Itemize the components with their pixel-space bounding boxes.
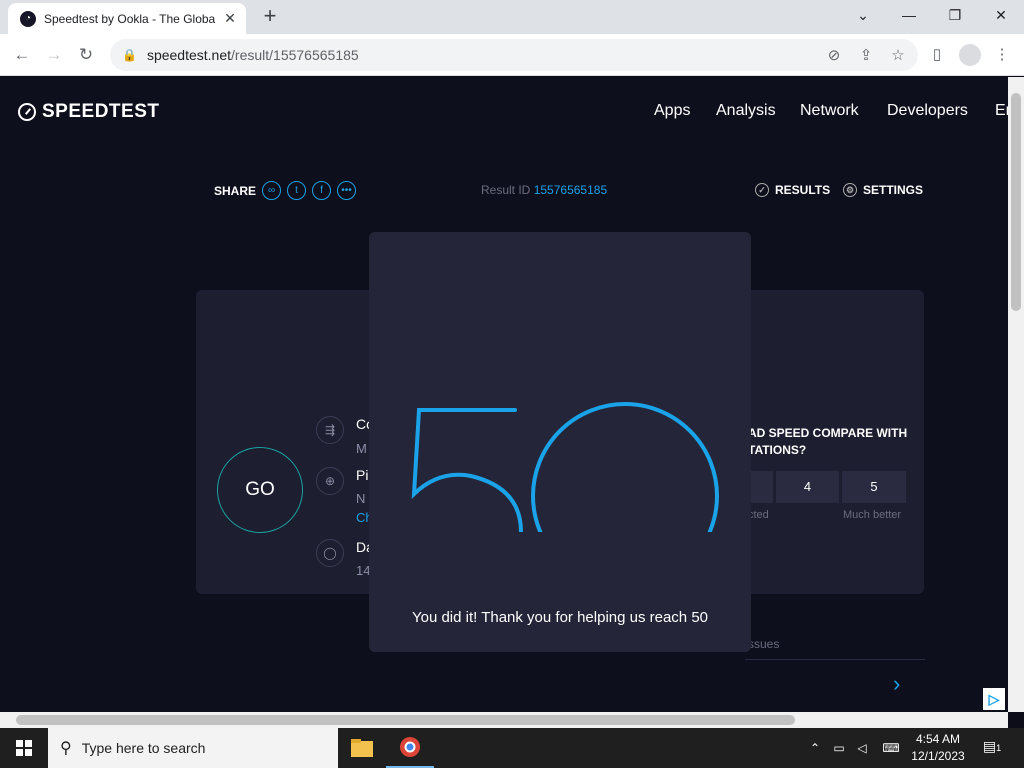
share-bar: SHARE ∞ t f ••• <box>214 181 362 200</box>
modal-message: You did it! Thank you for helping us rea… <box>411 609 709 626</box>
nav-developers[interactable]: Developers <box>887 102 968 120</box>
check-circle-icon: ✓ <box>755 183 769 197</box>
windows-logo-icon <box>16 740 32 756</box>
url-path: /result/15576565185 <box>231 47 359 63</box>
bookmark-star-icon[interactable]: ☆ <box>888 46 908 66</box>
search-placeholder: Type here to search <box>81 740 206 756</box>
clock-date: 12/1/2023 <box>911 749 965 763</box>
numeral-five <box>411 408 524 532</box>
back-button[interactable]: ← <box>10 43 34 67</box>
compare-line-2: TATIONS? <box>748 443 807 457</box>
user-icon: ◯ <box>316 539 344 567</box>
divider <box>745 659 925 660</box>
reload-button[interactable]: ↻ <box>74 43 98 67</box>
nav-apps[interactable]: Apps <box>654 102 690 120</box>
server-title: Pi <box>356 467 369 483</box>
taskbar-clock[interactable]: 4:54 AM 12/1/2023 <box>902 731 974 765</box>
more-icon[interactable]: ••• <box>337 181 357 200</box>
address-bar[interactable]: 🔒 speedtest.net/result/15576565185 ⊘ ⇪ ☆ <box>110 39 918 71</box>
issues-text: ssues <box>748 637 780 651</box>
share-icon[interactable]: ⇪ <box>856 46 876 66</box>
speedtest-favicon-icon: ◔ <box>20 10 36 27</box>
connections-sub: M <box>356 441 367 456</box>
speedometer-icon <box>18 103 36 121</box>
start-button[interactable] <box>0 728 48 768</box>
vertical-scroll-thumb[interactable] <box>1011 93 1021 311</box>
tab-close-icon[interactable]: ✕ <box>222 10 238 27</box>
new-tab-button[interactable]: + <box>258 5 282 29</box>
result-id: Result ID 15576565185 <box>481 183 607 197</box>
nav-enterprise[interactable]: Er <box>995 102 1008 120</box>
taskbar-search[interactable]: ⚲ Type here to search <box>48 728 338 768</box>
compare-question: AD SPEED COMPARE WITH TATIONS? <box>748 425 907 459</box>
fifty-graphic: 50 <box>411 402 719 532</box>
restore-button[interactable]: ❐ <box>932 0 978 30</box>
file-explorer-icon[interactable] <box>338 728 386 768</box>
keyboard-icon[interactable]: ⌨ <box>880 740 902 756</box>
forward-button[interactable]: → <box>42 43 66 67</box>
share-label: SHARE <box>214 183 257 198</box>
rating-label-expected: cted <box>748 509 769 521</box>
adchoices-icon[interactable]: ▷ <box>983 688 1005 710</box>
chevron-right-icon[interactable]: › <box>893 671 900 697</box>
rating-label-much-better: Much better <box>843 509 902 521</box>
close-window-button[interactable]: ✕ <box>978 0 1024 30</box>
rating-5-button[interactable]: 5 <box>842 471 906 503</box>
logo-text: SPEEDTEST <box>42 101 160 122</box>
side-panel-icon[interactable]: ▯ <box>927 45 947 65</box>
browser-toolbar: ← → ↻ 🔒 speedtest.net/result/15576565185… <box>0 34 1024 76</box>
notification-count: 1 <box>996 743 1002 753</box>
notification-center-icon[interactable]: ▤1 <box>982 738 1002 758</box>
rating-3-button[interactable] <box>748 471 773 503</box>
windows-taskbar: ⚲ Type here to search ⌃ ▭ ◁ ⌨ 4:54 AM 12… <box>0 728 1024 768</box>
numeral-zero <box>531 402 719 532</box>
url-domain: speedtest.net <box>146 47 232 63</box>
tab-title: Speedtest by Ookla - The Globa <box>44 11 216 26</box>
connections-icon: ⇶ <box>316 416 344 444</box>
result-id-label: Result ID <box>481 183 531 197</box>
volume-muted-icon[interactable]: ◁ <box>854 740 870 756</box>
globe-icon: ⊕ <box>316 467 344 495</box>
nav-analysis[interactable]: Analysis <box>716 102 776 120</box>
clock-time: 4:54 AM <box>915 732 961 746</box>
results-button[interactable]: ✓ RESULTS <box>755 183 830 197</box>
browser-tab[interactable]: ◔ Speedtest by Ookla - The Globa ✕ <box>8 3 246 34</box>
server-sub: N <box>356 491 366 506</box>
menu-kebab-icon[interactable]: ⋮ <box>992 45 1012 65</box>
link-icon[interactable]: ∞ <box>262 181 282 200</box>
tab-search-icon[interactable]: ⌄ <box>840 0 886 30</box>
gear-icon: ⚙ <box>843 183 857 197</box>
tray-chevron-up-icon[interactable]: ⌃ <box>807 740 823 756</box>
blocked-popup-icon[interactable]: ⊘ <box>824 46 844 66</box>
horizontal-scroll-thumb[interactable] <box>16 715 795 725</box>
go-button[interactable]: GO <box>217 447 303 533</box>
nav-network[interactable]: Network <box>800 102 859 120</box>
twitter-icon[interactable]: t <box>287 181 307 200</box>
browser-tabbar: ◔ Speedtest by Ookla - The Globa ✕ + ⌄ —… <box>0 0 1024 34</box>
facebook-icon[interactable]: f <box>312 181 332 200</box>
profile-avatar[interactable] <box>959 44 981 66</box>
rating-4-button[interactable]: 4 <box>776 471 839 503</box>
search-icon: ⚲ <box>60 740 72 757</box>
minimize-button[interactable]: — <box>886 0 932 30</box>
settings-label: SETTINGS <box>863 183 924 197</box>
settings-button[interactable]: ⚙ SETTINGS <box>843 183 923 197</box>
lock-icon[interactable]: 🔒 <box>122 48 137 62</box>
result-id-value[interactable]: 15576565185 <box>534 183 607 197</box>
compare-line-1: AD SPEED COMPARE WITH <box>748 426 908 440</box>
chrome-taskbar-icon[interactable] <box>386 728 434 768</box>
network-icon[interactable]: ▭ <box>831 740 847 756</box>
speedtest-logo[interactable]: SPEEDTEST <box>18 101 159 123</box>
milestone-modal: 50 You did it! Thank you for helping us … <box>369 232 751 652</box>
results-label: RESULTS <box>775 183 831 197</box>
